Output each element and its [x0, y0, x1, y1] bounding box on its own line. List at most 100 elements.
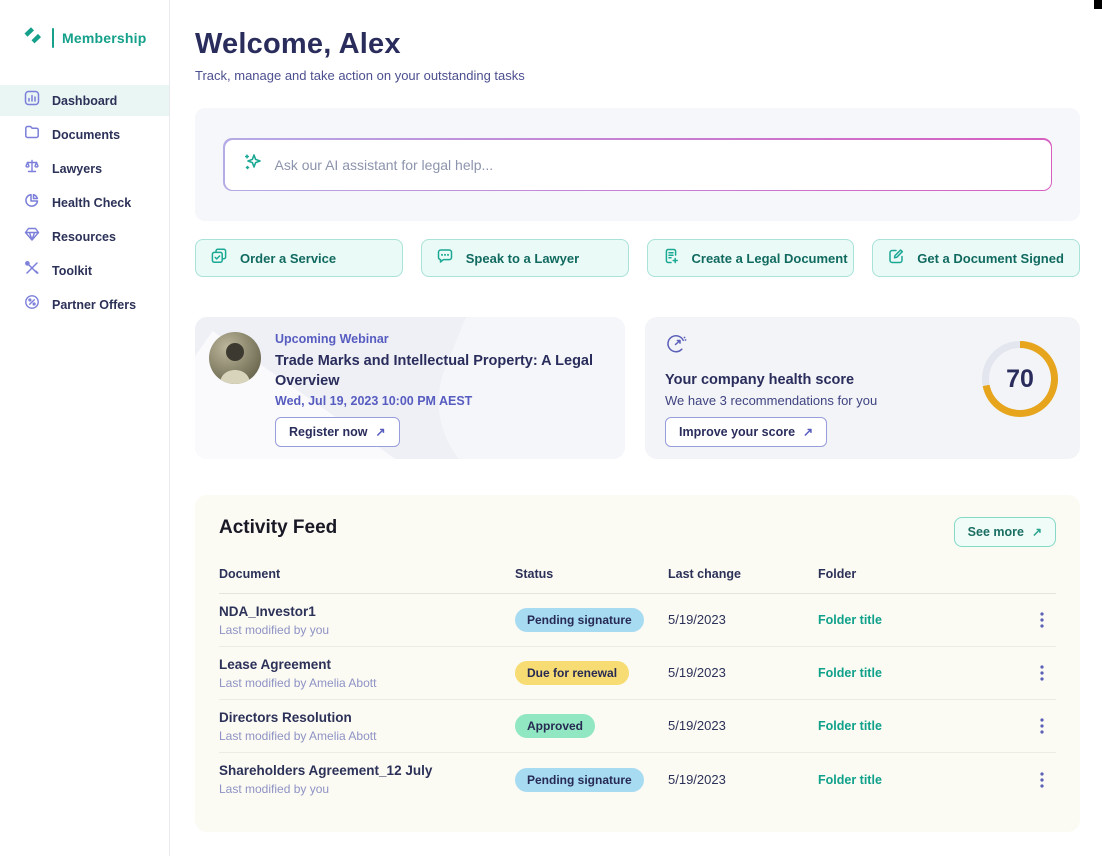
document-modified: Last modified by you	[219, 623, 515, 637]
sidebar-item-health-check[interactable]: Health Check	[0, 187, 169, 218]
last-change-date: 5/19/2023	[668, 612, 726, 627]
order-service-button[interactable]: Order a Service	[195, 239, 403, 277]
sidebar-item-toolkit[interactable]: Toolkit	[0, 255, 169, 286]
get-document-signed-button[interactable]: Get a Document Signed	[872, 239, 1080, 277]
sidebar-item-label: Lawyers	[52, 162, 102, 176]
webinar-card: Upcoming Webinar Trade Marks and Intelle…	[195, 317, 625, 459]
sidebar-item-label: Toolkit	[52, 264, 92, 278]
quick-actions: Order a Service Speak to a Lawyer	[195, 239, 1080, 277]
last-change-date: 5/19/2023	[668, 772, 726, 787]
quick-action-label: Speak to a Lawyer	[466, 251, 579, 266]
register-now-button[interactable]: Register now ↗	[275, 417, 400, 447]
tools-icon	[24, 260, 40, 281]
sidebar-item-dashboard[interactable]: Dashboard	[0, 85, 169, 116]
table-row: Directors Resolution Last modified by Am…	[219, 700, 1056, 753]
app-window: Membership Dashboard Documents	[0, 0, 1102, 856]
folder-link[interactable]: Folder title	[818, 666, 882, 680]
column-header-status: Status	[515, 567, 668, 581]
column-header-folder: Folder	[818, 567, 1028, 581]
diamond-icon	[24, 226, 40, 247]
row-menu-kebab-icon[interactable]	[1030, 768, 1054, 792]
status-badge: Approved	[515, 714, 595, 738]
table-row: NDA_Investor1 Last modified by you Pendi…	[219, 594, 1056, 647]
folder-icon	[24, 124, 40, 145]
document-title[interactable]: Shareholders Agreement_12 July	[219, 763, 515, 778]
webinar-avatar	[209, 332, 261, 384]
info-cards-row: Upcoming Webinar Trade Marks and Intelle…	[195, 317, 1080, 459]
quick-action-label: Order a Service	[240, 251, 336, 266]
sidebar-item-label: Resources	[52, 230, 116, 244]
status-badge: Due for renewal	[515, 661, 629, 685]
document-modified: Last modified by you	[219, 782, 515, 796]
webinar-info: Upcoming Webinar Trade Marks and Intelle…	[275, 332, 605, 447]
sidebar-nav: Dashboard Documents Lawyers	[0, 85, 169, 320]
scales-icon	[24, 158, 40, 179]
activity-table: Document Status Last change Folder NDA_I…	[219, 567, 1056, 806]
ai-input-border: Ask our AI assistant for legal help...	[223, 138, 1052, 191]
table-row: Lease Agreement Last modified by Amelia …	[219, 647, 1056, 700]
row-menu-kebab-icon[interactable]	[1030, 661, 1054, 685]
folder-link[interactable]: Folder title	[818, 773, 882, 787]
improve-score-label: Improve your score	[679, 425, 795, 439]
document-modified: Last modified by Amelia Abott	[219, 676, 515, 690]
document-plus-icon	[662, 247, 680, 270]
folder-link[interactable]: Folder title	[818, 613, 882, 627]
status-badge: Pending signature	[515, 768, 644, 792]
screen-corner-artifact	[1094, 0, 1102, 9]
arrow-up-right-icon: ↗	[803, 425, 813, 439]
chat-bubble-icon	[436, 247, 454, 270]
quick-action-label: Create a Legal Document	[692, 251, 848, 266]
sidebar-item-label: Health Check	[52, 196, 131, 210]
ai-input-placeholder: Ask our AI assistant for legal help...	[275, 157, 494, 173]
page-title: Welcome, Alex	[195, 28, 1080, 61]
sidebar-item-partner-offers[interactable]: Partner Offers	[0, 289, 169, 320]
pen-square-icon	[887, 247, 905, 270]
status-badge: Pending signature	[515, 608, 644, 632]
activity-table-header: Document Status Last change Folder	[219, 567, 1056, 594]
webinar-title: Trade Marks and Intellectual Property: A…	[275, 352, 605, 391]
webinar-datetime: Wed, Jul 19, 2023 10:00 PM AEST	[275, 394, 605, 408]
ai-assistant-input[interactable]: Ask our AI assistant for legal help...	[225, 140, 1051, 190]
last-change-date: 5/19/2023	[668, 665, 726, 680]
sidebar-item-label: Documents	[52, 128, 120, 142]
health-score-card: Your company health score We have 3 reco…	[645, 317, 1080, 459]
main-content: Welcome, Alex Track, manage and take act…	[170, 0, 1102, 856]
column-header-last-change: Last change	[668, 567, 818, 581]
sidebar-item-documents[interactable]: Documents	[0, 119, 169, 150]
document-title[interactable]: NDA_Investor1	[219, 604, 515, 619]
page-subtitle: Track, manage and take action on your ou…	[195, 68, 1080, 83]
sidebar-item-label: Dashboard	[52, 94, 117, 108]
see-more-label: See more	[968, 525, 1024, 539]
improve-score-button[interactable]: Improve your score ↗	[665, 417, 827, 447]
brand-name: Membership	[62, 30, 146, 46]
gauge-icon	[665, 342, 687, 359]
activity-feed-title: Activity Feed	[219, 517, 1056, 539]
speak-to-lawyer-button[interactable]: Speak to a Lawyer	[421, 239, 629, 277]
pie-chart-icon	[24, 192, 40, 213]
row-menu-kebab-icon[interactable]	[1030, 608, 1054, 632]
document-title[interactable]: Directors Resolution	[219, 710, 515, 725]
column-header-document: Document	[219, 567, 515, 581]
sidebar-item-resources[interactable]: Resources	[0, 221, 169, 252]
sparkle-icon	[243, 152, 263, 177]
arrow-up-right-icon: ↗	[376, 425, 386, 439]
brand-logo[interactable]: Membership	[0, 0, 169, 51]
quick-action-label: Get a Document Signed	[917, 251, 1064, 266]
sidebar-item-lawyers[interactable]: Lawyers	[0, 153, 169, 184]
register-now-label: Register now	[289, 425, 368, 439]
table-row: Shareholders Agreement_12 July Last modi…	[219, 753, 1056, 806]
activity-feed-card: Activity Feed See more ↗ Document Status…	[195, 495, 1080, 832]
percent-icon	[24, 294, 40, 315]
brand-logo-icon	[22, 24, 44, 51]
create-legal-document-button[interactable]: Create a Legal Document	[647, 239, 855, 277]
document-title[interactable]: Lease Agreement	[219, 657, 515, 672]
arrow-up-right-icon: ↗	[1032, 525, 1042, 539]
folder-link[interactable]: Folder title	[818, 719, 882, 733]
see-more-button[interactable]: See more ↗	[954, 517, 1056, 547]
health-score-value: 70	[989, 348, 1051, 410]
row-menu-kebab-icon[interactable]	[1030, 714, 1054, 738]
bar-chart-icon	[24, 90, 40, 111]
last-change-date: 5/19/2023	[668, 718, 726, 733]
webinar-eyebrow: Upcoming Webinar	[275, 332, 605, 346]
order-service-icon	[210, 247, 228, 270]
